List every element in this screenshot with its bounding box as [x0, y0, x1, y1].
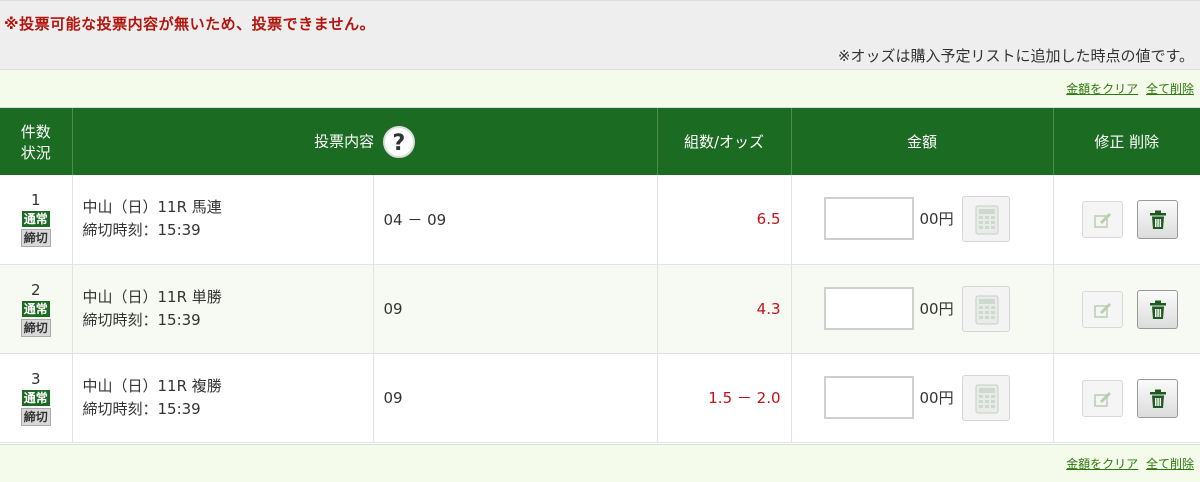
header-status: 状況: [20, 143, 51, 162]
row-number-cell: 1 通常 締切: [0, 175, 73, 265]
question-icon[interactable]: ?: [382, 125, 415, 158]
header-count: 件数: [20, 122, 51, 141]
alert-message: ※投票可能な投票内容が無いため、投票できません。: [4, 15, 376, 33]
delete-button[interactable]: [1136, 378, 1178, 418]
top-action-links: 金額をクリア 全て削除: [1062, 80, 1194, 97]
calculator-icon: [975, 384, 999, 413]
table-row: 3 通常 締切 中山（日）11R 複勝 締切時刻：15:39 09 1.5 － …: [0, 353, 1200, 443]
delete-all-link[interactable]: 全て削除: [1146, 457, 1194, 471]
row-number-cell: 3 通常 締切: [0, 353, 73, 443]
edit-icon: [1093, 302, 1111, 318]
status-badge: 通常: [21, 389, 50, 406]
delete-all-link[interactable]: 全て削除: [1146, 82, 1194, 96]
edit-button[interactable]: [1081, 290, 1123, 328]
combination: 09: [373, 353, 658, 443]
top-action-bar: 金額をクリア 全て削除: [0, 70, 1200, 108]
action-cell: [1053, 175, 1200, 265]
calculator-button[interactable]: [961, 374, 1010, 421]
header-amount: 金額: [791, 108, 1054, 175]
bottom-action-links: 金額をクリア 全て削除: [1062, 455, 1194, 472]
amount-cell: 00円: [791, 264, 1054, 354]
calculator-icon: [975, 205, 999, 235]
edit-icon: [1093, 391, 1111, 407]
deadline-badge: 締切: [20, 407, 51, 426]
delete-button[interactable]: [1136, 289, 1178, 329]
race-name: 中山（日）11R 複勝: [82, 376, 222, 395]
race-name: 中山（日）11R 馬連: [82, 198, 222, 217]
race-cell: 中山（日）11R 馬連 締切時刻：15:39: [72, 175, 374, 265]
trash-icon: [1149, 210, 1166, 229]
clear-amount-link[interactable]: 金額をクリア: [1066, 82, 1138, 96]
combination: 04 － 09: [373, 175, 658, 265]
amount-unit: 00円: [919, 299, 954, 318]
amount-input[interactable]: [823, 197, 914, 240]
bet-list-table: 件数 状況 投票内容 ? 組数/オッズ 金額 修正 削除 1 通常 締切 中山（…: [0, 108, 1200, 443]
odds-value: 1.5 － 2.0: [657, 353, 792, 443]
delete-button[interactable]: [1136, 200, 1178, 239]
clear-amount-link[interactable]: 金額をクリア: [1066, 457, 1138, 471]
race-deadline: 締切時刻：15:39: [82, 310, 201, 329]
alert-bar: ※投票可能な投票内容が無いため、投票できません。 ※オッズは購入予定リストに追加…: [0, 0, 1200, 70]
action-cell: [1053, 264, 1200, 354]
status-badge: 通常: [21, 211, 50, 228]
header-edit-delete: 修正 削除: [1053, 108, 1200, 175]
header-bet-content-label: 投票内容: [314, 132, 375, 150]
row-number: 1: [30, 191, 41, 210]
race-deadline: 締切時刻：15:39: [82, 399, 201, 418]
edit-icon: [1093, 213, 1111, 228]
edit-button[interactable]: [1081, 379, 1123, 417]
amount-input[interactable]: [823, 375, 914, 419]
deadline-badge: 締切: [20, 318, 51, 337]
odds-value: 6.5: [657, 175, 792, 265]
race-deadline: 締切時刻：15:39: [82, 221, 201, 240]
status-badge: 通常: [21, 300, 50, 317]
action-cell: [1053, 353, 1200, 443]
table-header-row: 件数 状況 投票内容 ? 組数/オッズ 金額 修正 削除: [0, 108, 1200, 175]
amount-unit: 00円: [919, 388, 954, 407]
amount-cell: 00円: [791, 353, 1054, 443]
combination: 09: [373, 264, 658, 354]
calculator-button[interactable]: [961, 196, 1010, 242]
header-combo-odds: 組数/オッズ: [657, 108, 792, 175]
edit-button[interactable]: [1081, 201, 1123, 238]
bottom-action-bar: 金額をクリア 全て削除: [0, 444, 1200, 482]
row-number-cell: 2 通常 締切: [0, 264, 73, 354]
table-row: 2 通常 締切 中山（日）11R 単勝 締切時刻：15:39 09 4.3 00…: [0, 264, 1200, 354]
trash-icon: [1149, 300, 1166, 319]
race-cell: 中山（日）11R 単勝 締切時刻：15:39: [72, 264, 374, 354]
calculator-button[interactable]: [961, 285, 1010, 332]
amount-unit: 00円: [919, 210, 954, 228]
row-number: 3: [30, 369, 41, 388]
amount-input[interactable]: [823, 286, 914, 330]
race-cell: 中山（日）11R 複勝 締切時刻：15:39: [72, 353, 374, 443]
table-row: 1 通常 締切 中山（日）11R 馬連 締切時刻：15:39 04 － 09 6…: [0, 175, 1200, 265]
deadline-badge: 締切: [20, 229, 51, 248]
trash-icon: [1149, 389, 1166, 408]
odds-note: ※オッズは購入予定リストに追加した時点の値です。: [837, 47, 1194, 65]
header-bet-content: 投票内容 ?: [72, 108, 658, 175]
race-name: 中山（日）11R 単勝: [82, 287, 222, 306]
header-count-status: 件数 状況: [0, 108, 73, 175]
calculator-icon: [975, 295, 999, 324]
amount-cell: 00円: [791, 175, 1054, 265]
odds-value: 4.3: [657, 264, 792, 354]
row-number: 2: [30, 280, 41, 299]
